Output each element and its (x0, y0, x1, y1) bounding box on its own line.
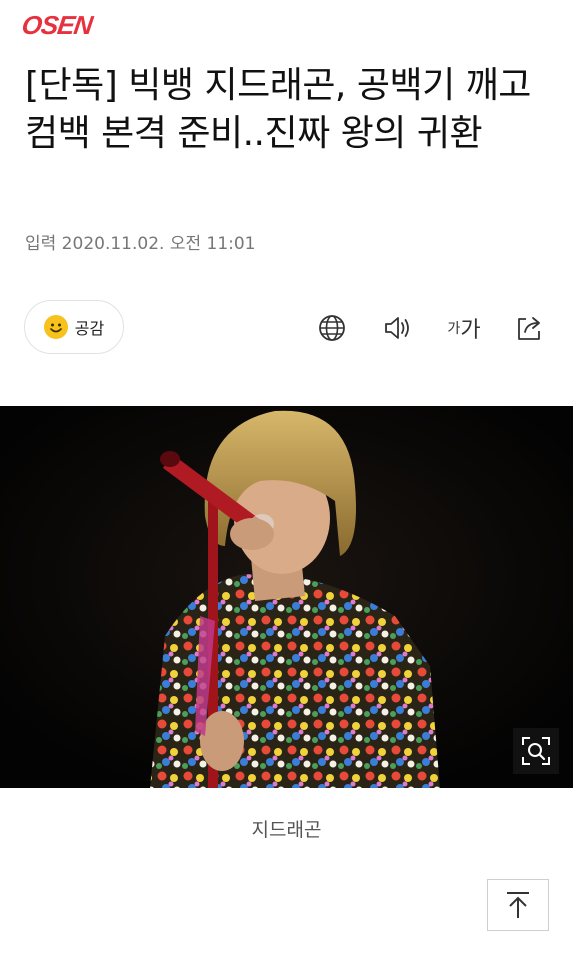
article-timestamp: 입력 2020.11.02. 오전 11:01 (25, 234, 256, 254)
article-headline: [단독] 빅뱅 지드래곤, 공백기 깨고 컴백 본격 준비..진짜 왕의 귀환 (25, 65, 531, 154)
zoom-search-icon (522, 737, 550, 765)
scroll-to-top-button[interactable] (487, 879, 549, 931)
osen-logo[interactable]: OSEN (20, 10, 94, 41)
like-reaction-label: 공감 (74, 319, 105, 338)
font-size-icon[interactable]: 가가 (444, 312, 484, 344)
zoom-image-button[interactable] (513, 728, 559, 774)
arrow-up-icon (507, 892, 529, 918)
speaker-icon[interactable] (381, 312, 413, 344)
photo-caption: 지드래곤 (251, 819, 322, 841)
globe-icon[interactable] (316, 312, 348, 344)
performer-illustration (0, 406, 573, 788)
font-large-glyph: 가 (460, 318, 481, 343)
smile-icon (43, 315, 68, 339)
article-photo[interactable] (0, 406, 573, 788)
share-icon[interactable] (513, 312, 545, 344)
font-small-glyph: 가 (447, 321, 461, 337)
like-reaction-button[interactable]: 공감 (24, 300, 124, 354)
